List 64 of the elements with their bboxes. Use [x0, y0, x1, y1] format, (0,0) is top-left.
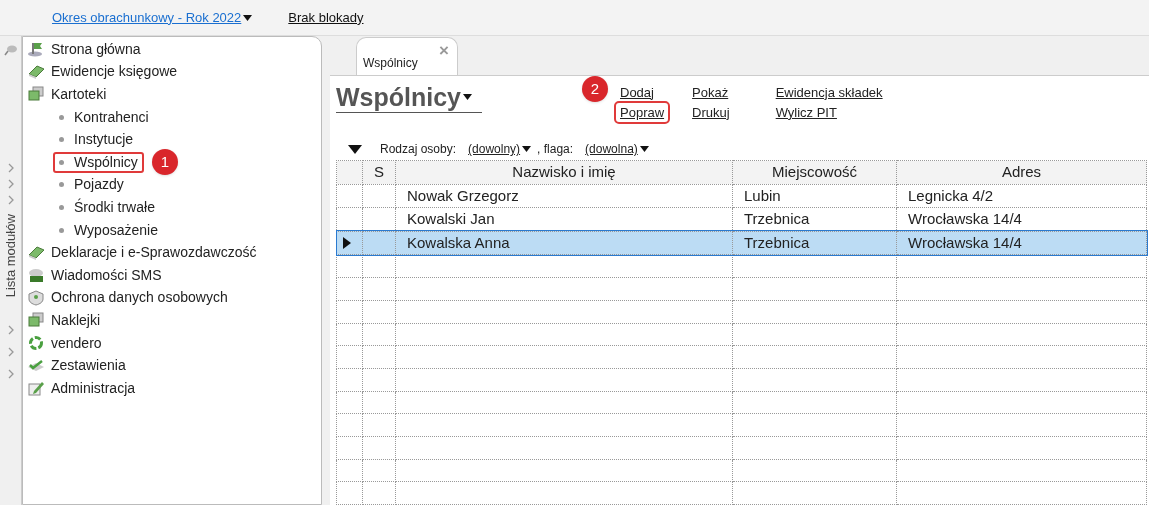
period-link[interactable]: Okres obrachunkowy - Rok 2022 — [52, 7, 253, 28]
table-cell: Lubin — [732, 184, 897, 208]
module-item[interactable]: Wiadomości SMS — [27, 263, 321, 287]
lock-status-link[interactable]: Brak blokady — [288, 7, 364, 28]
module-item[interactable]: Strona główna — [27, 38, 321, 61]
submodule-item[interactable]: Wspólnicy — [53, 151, 144, 173]
current-row-icon — [343, 237, 351, 250]
step-badge: 2 — [582, 76, 608, 103]
module-item[interactable]: Naklejki — [27, 309, 321, 332]
chevron-icon[interactable] — [6, 368, 15, 380]
column-header[interactable]: Nazwisko i imię — [395, 160, 733, 185]
table-row[interactable]: Kowalska Anna Trzebnica Wrocławska 14/4 — [336, 231, 1147, 255]
module-item[interactable]: Administracja — [27, 376, 321, 400]
flag-dropdown[interactable]: (dowolna) — [585, 140, 649, 159]
table-cell: Legnicka 4/2 — [896, 184, 1147, 208]
cards-icon — [27, 86, 45, 103]
rail-label[interactable]: Lista modułów — [0, 214, 21, 298]
step-badge: 1 — [151, 149, 178, 176]
column-header[interactable]: S — [362, 160, 396, 185]
caret-icon — [522, 146, 532, 153]
filter-label: Rodzaj osoby: — [380, 141, 457, 159]
collapse-triangle-icon[interactable] — [348, 144, 362, 154]
sms-icon — [27, 267, 45, 284]
table-cell: Kowalska Anna — [395, 231, 733, 255]
submodule-item[interactable]: Wyposażenie — [53, 219, 164, 241]
page-title[interactable]: Wspólnicy — [336, 82, 482, 114]
caret-icon — [639, 146, 649, 153]
table-cell: Trzebnica — [732, 231, 897, 255]
chevron-icon[interactable] — [6, 194, 15, 206]
module-item[interactable]: vendero — [27, 331, 321, 355]
dropdown-caret-icon — [243, 14, 253, 21]
submodule-item[interactable]: Kontrahenci — [53, 106, 155, 128]
module-item[interactable]: Kartoteki — [27, 83, 321, 106]
module-item[interactable]: Ewidencje księgowe — [27, 60, 321, 84]
module-item[interactable]: Ochrona danych osobowych — [27, 286, 321, 310]
module-item[interactable]: Deklaracje i e-Sprawozdawczość — [27, 241, 321, 264]
column-header[interactable]: Adres — [896, 160, 1147, 185]
row-indicator-header — [336, 160, 363, 185]
book-icon — [27, 63, 45, 80]
table-row[interactable]: Nowak Grzegorz Lubin Legnicka 4/2 — [336, 184, 1147, 208]
ring-icon — [27, 335, 45, 351]
filter-label: , flaga: — [537, 141, 574, 159]
shield-icon — [27, 289, 45, 306]
table-cell: Wrocławska 14/4 — [896, 231, 1147, 255]
pin-icon — [3, 44, 18, 56]
checkmark-icon — [27, 357, 45, 374]
person-type-dropdown[interactable]: (dowolny) — [468, 140, 532, 159]
submodule-item[interactable]: Środki trwałe — [53, 196, 161, 218]
chevron-icon[interactable] — [6, 346, 15, 358]
submodule-item[interactable]: Pojazdy — [53, 174, 130, 196]
cards-icon — [27, 312, 45, 329]
book-icon — [27, 244, 45, 261]
edit-icon — [27, 380, 45, 397]
action-link[interactable]: Popraw — [614, 100, 671, 125]
chevron-icon[interactable] — [6, 178, 15, 190]
module-item[interactable]: Zestawienia — [27, 354, 321, 377]
caret-icon — [463, 94, 472, 101]
chevron-icon[interactable] — [6, 162, 15, 174]
table-cell: Nowak Grzegorz — [395, 184, 733, 208]
submodule-item[interactable]: Instytucje — [53, 129, 140, 151]
flag-icon — [27, 41, 45, 58]
tab[interactable]: Wspólnicy × — [356, 37, 458, 76]
column-header[interactable]: Miejscowość — [732, 160, 897, 185]
chevron-icon[interactable] — [6, 324, 15, 336]
